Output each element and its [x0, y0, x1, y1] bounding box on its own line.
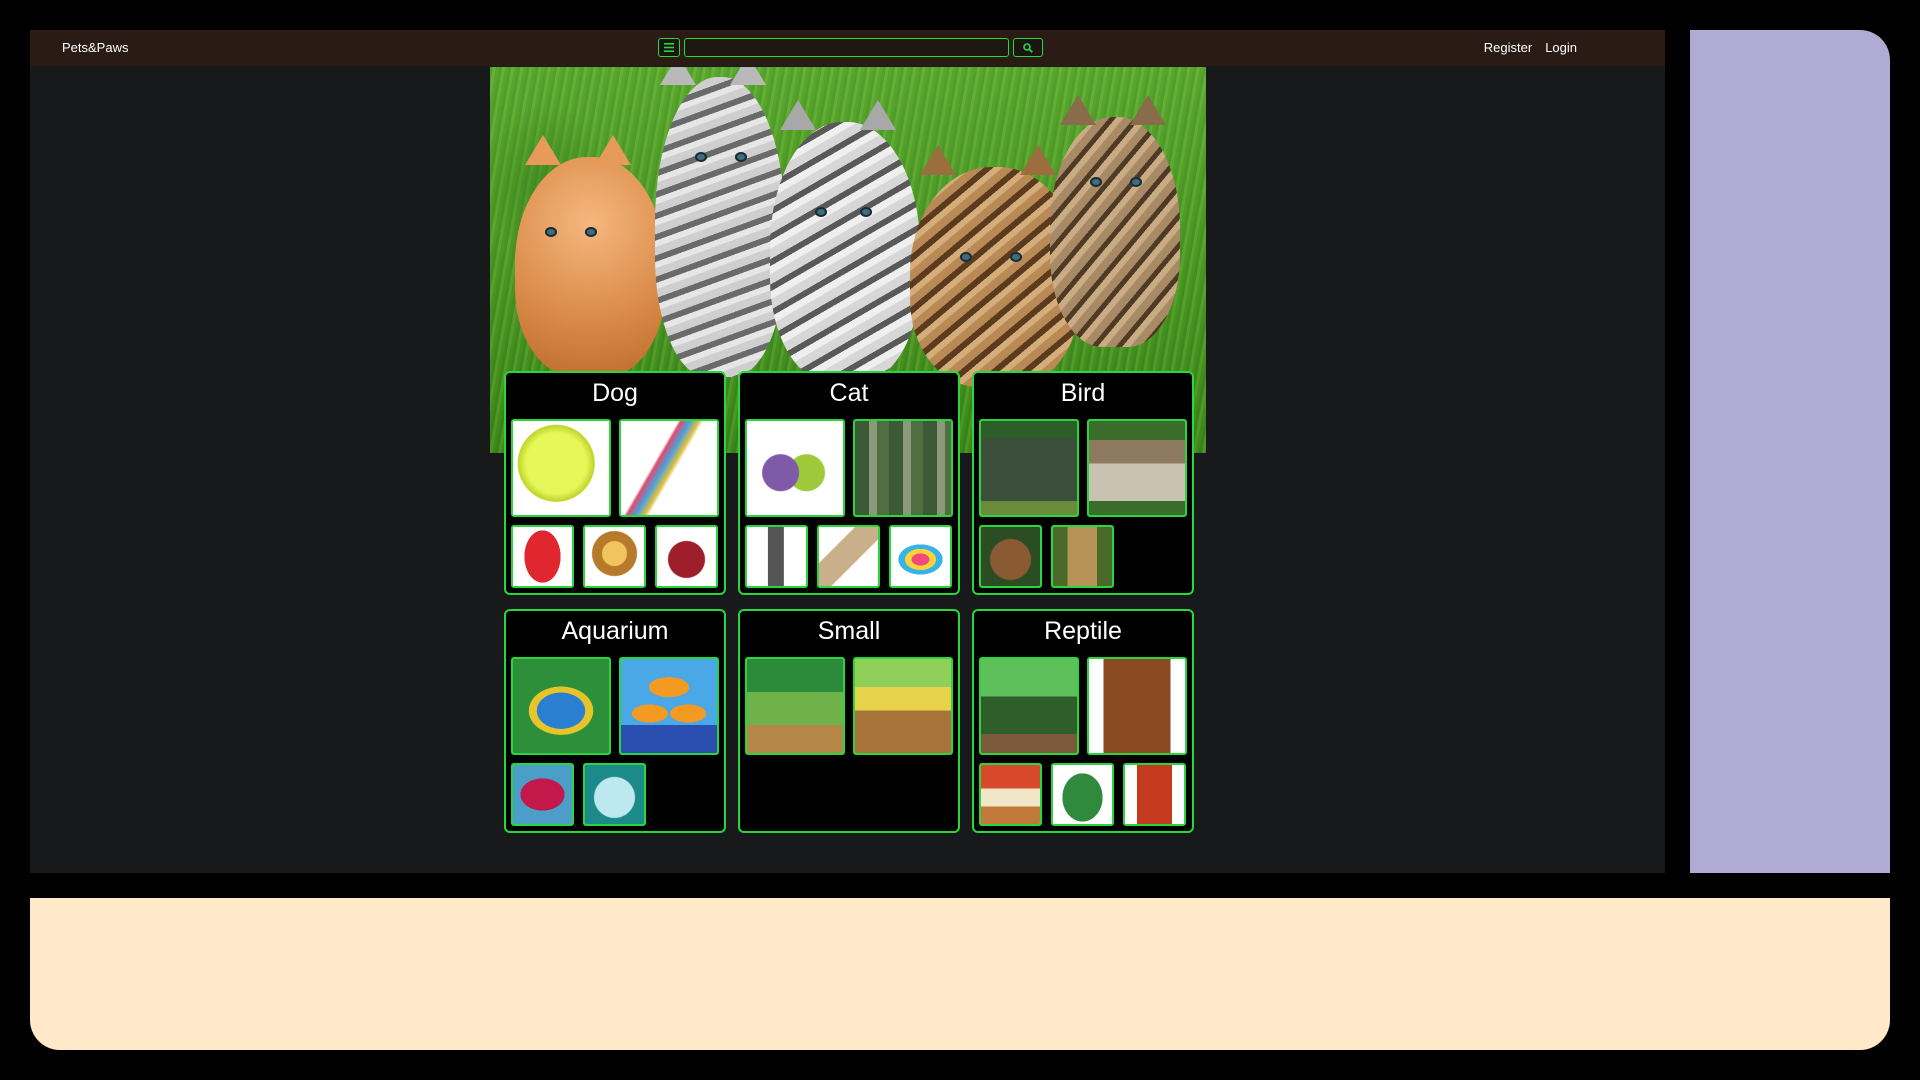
product-thumb-iguana-food[interactable]: [979, 763, 1042, 826]
product-thumb-lion-plush[interactable]: [583, 525, 646, 588]
category-title: Bird: [1060, 379, 1106, 407]
product-thumb-red-betta[interactable]: [511, 763, 574, 826]
category-card-dog[interactable]: Dog: [504, 371, 726, 595]
magnifier-icon: [1023, 42, 1033, 53]
category-card-bird[interactable]: Bird: [972, 371, 1194, 595]
bottom-panel: [30, 898, 1890, 1050]
product-thumb-trail-mix[interactable]: [853, 657, 953, 755]
product-thumb-cardboard-scratcher[interactable]: [817, 525, 880, 588]
category-title: Cat: [829, 379, 869, 407]
product-thumb-kong-toy[interactable]: [511, 525, 574, 588]
product-thumb-mouse-toys[interactable]: [745, 419, 845, 517]
product-thumb-birdhouse-rustic[interactable]: [1087, 419, 1187, 517]
category-title: Dog: [592, 379, 638, 407]
product-thumb-reptile-jar[interactable]: [1123, 763, 1186, 826]
product-thumb-scratching-post[interactable]: [745, 525, 808, 588]
auth-links: Register Login: [1484, 40, 1577, 55]
product-thumb-tennis-ball[interactable]: [511, 419, 611, 517]
category-title: Small: [817, 617, 881, 645]
kitten-orange: [515, 135, 665, 377]
product-thumb-birdhouse-round[interactable]: [979, 525, 1042, 588]
hamburger-icon: [664, 43, 674, 52]
device-frame: Pets&Paws Register Login Dog Cat Bird Aq…: [0, 0, 1920, 1080]
navbar: Pets&Paws Register Login: [30, 30, 1665, 66]
menu-button[interactable]: [658, 38, 680, 57]
product-thumb-mouse-plush[interactable]: [655, 525, 718, 588]
product-thumb-goldfish[interactable]: [619, 657, 719, 755]
product-thumb-plush-bunnies[interactable]: [853, 419, 953, 517]
product-thumb-hamster-food[interactable]: [745, 657, 845, 755]
product-thumb-betta-fish[interactable]: [511, 657, 611, 755]
kitten-silver: [655, 67, 785, 377]
category-title: Reptile: [1044, 617, 1122, 645]
brand-link[interactable]: Pets&Paws: [62, 40, 128, 55]
category-title: Aquarium: [561, 617, 669, 645]
search-button[interactable]: [1013, 38, 1043, 57]
category-card-small[interactable]: Small: [738, 609, 960, 833]
product-thumb-wood-enclosure[interactable]: [1087, 657, 1187, 755]
browser-viewport: Pets&Paws Register Login Dog Cat Bird Aq…: [30, 30, 1665, 873]
product-thumb-terrarium[interactable]: [979, 657, 1079, 755]
category-card-aquarium[interactable]: Aquarium: [504, 609, 726, 833]
login-link[interactable]: Login: [1545, 40, 1577, 55]
product-thumb-reptile-treat[interactable]: [1051, 763, 1114, 826]
product-thumb-birdhouse-tall[interactable]: [1051, 525, 1114, 588]
product-thumb-rainbow-mouse[interactable]: [889, 525, 952, 588]
register-link[interactable]: Register: [1484, 40, 1532, 55]
search-input[interactable]: [684, 38, 1009, 57]
side-panel: [1690, 30, 1890, 873]
kitten-tabby: [1050, 95, 1180, 347]
product-thumb-birdhouse-green[interactable]: [979, 419, 1079, 517]
product-thumb-fishbowl[interactable]: [583, 763, 646, 826]
kitten-tabby-gray: [770, 100, 920, 382]
category-card-cat[interactable]: Cat: [738, 371, 960, 595]
category-card-reptile[interactable]: Reptile: [972, 609, 1194, 833]
product-thumb-rope-toy[interactable]: [619, 419, 719, 517]
